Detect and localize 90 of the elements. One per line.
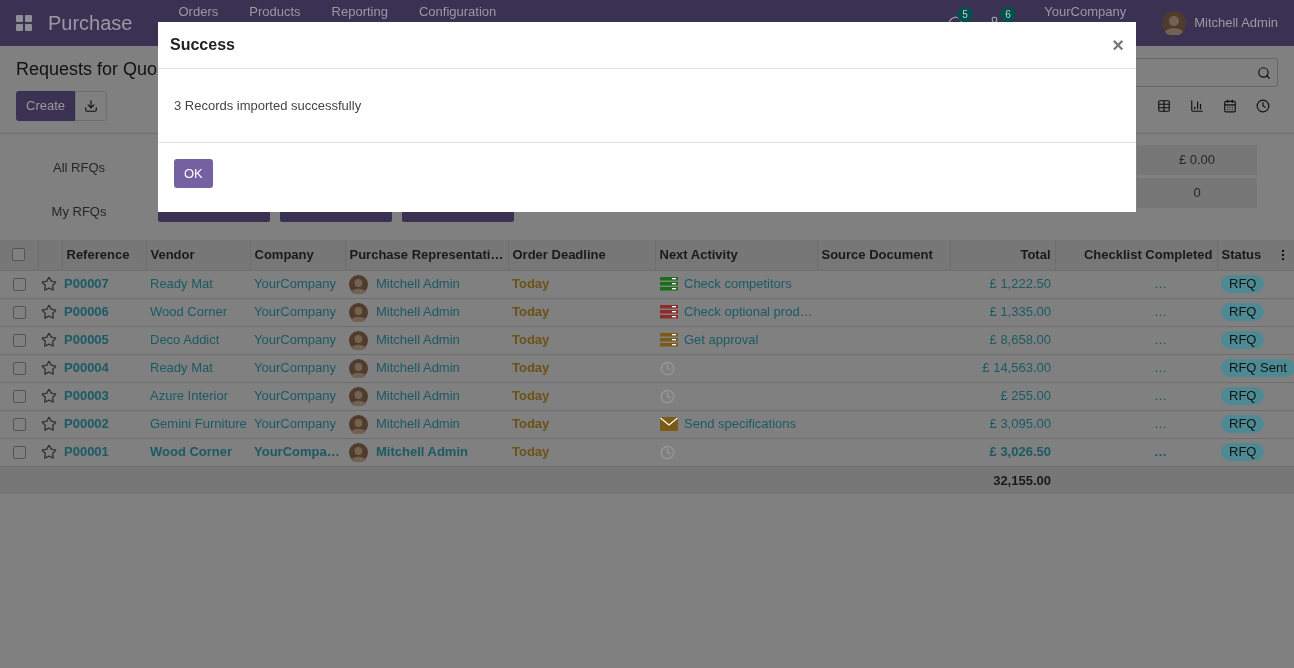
deadline-cell: Today bbox=[508, 326, 655, 354]
activity-label[interactable]: Get approval bbox=[684, 330, 759, 350]
menu-item[interactable]: Reporting bbox=[331, 4, 388, 19]
status-badge: RFQ Sent bbox=[1221, 359, 1294, 378]
company-cell: YourCompa… bbox=[250, 438, 345, 466]
create-button[interactable]: Create bbox=[16, 91, 76, 121]
vendor-cell: Azure Interior bbox=[146, 382, 250, 410]
menu-item[interactable]: Orders bbox=[178, 4, 219, 19]
dashboard-value[interactable]: £ 0.00 bbox=[1137, 145, 1257, 175]
reference-cell: P00005 bbox=[62, 326, 146, 354]
activity-label[interactable]: Check optional prod… bbox=[684, 302, 813, 322]
checklist-value: … bbox=[1154, 360, 1167, 376]
activity-label[interactable]: Check competitors bbox=[684, 274, 792, 294]
reference-cell: P00007 bbox=[62, 270, 146, 298]
column-header[interactable]: Order Deadline bbox=[508, 240, 655, 270]
reference-cell: P00003 bbox=[62, 382, 146, 410]
close-button[interactable]: × bbox=[1112, 35, 1124, 55]
representative-name: Mitchell Admin bbox=[376, 415, 460, 434]
checklist-value: … bbox=[1154, 332, 1167, 348]
vendor-cell: Wood Corner bbox=[146, 438, 250, 466]
representative-name: Mitchell Admin bbox=[376, 443, 468, 462]
company-cell: YourCompany bbox=[250, 326, 345, 354]
representative-name: Mitchell Admin bbox=[376, 275, 460, 294]
vendor-cell: Ready Mat bbox=[146, 354, 250, 382]
count-badge: 5 bbox=[957, 6, 973, 22]
ok-button[interactable]: OK bbox=[174, 159, 213, 188]
deadline-cell: Today bbox=[508, 410, 655, 438]
status-badge: RFQ bbox=[1221, 331, 1265, 350]
vendor-cell: Wood Corner bbox=[146, 298, 250, 326]
total-cell: £ 1,335.00 bbox=[950, 298, 1055, 326]
status-badge: RFQ bbox=[1221, 303, 1265, 322]
reference-cell: P00006 bbox=[62, 298, 146, 326]
user-name[interactable]: Mitchell Admin bbox=[1194, 13, 1278, 33]
page-title: Requests for Quo bbox=[16, 58, 158, 80]
reference-cell: P00004 bbox=[62, 354, 146, 382]
dashboard-label: My RFQs bbox=[51, 202, 107, 221]
total-cell: £ 14,563.00 bbox=[950, 354, 1055, 382]
status-badge: RFQ bbox=[1221, 387, 1265, 406]
company-name[interactable]: YourCompany bbox=[1044, 0, 1127, 19]
column-header[interactable]: Status bbox=[1217, 240, 1294, 270]
deadline-cell: Today bbox=[508, 298, 655, 326]
menu-item[interactable]: Configuration bbox=[418, 4, 497, 19]
column-header[interactable]: Purchase Representati… bbox=[345, 240, 508, 270]
company-cell: YourCompany bbox=[250, 410, 345, 438]
representative-name: Mitchell Admin bbox=[376, 331, 460, 350]
checklist-value: … bbox=[1154, 444, 1167, 460]
company-cell: YourCompany bbox=[250, 270, 345, 298]
deadline-cell: Today bbox=[508, 438, 655, 466]
column-header[interactable]: Company bbox=[250, 240, 345, 270]
vendor-cell: Deco Addict bbox=[146, 326, 250, 354]
vendor-cell: Ready Mat bbox=[146, 270, 250, 298]
vendor-cell: Gemini Furniture bbox=[146, 410, 250, 438]
column-header[interactable]: Reference bbox=[62, 240, 146, 270]
column-header[interactable]: Checklist Completed bbox=[1055, 240, 1217, 270]
dashboard-value[interactable]: 0 bbox=[1137, 178, 1257, 208]
status-badge: RFQ bbox=[1221, 275, 1265, 294]
column-header[interactable]: Total bbox=[950, 240, 1055, 270]
dashboard-label: All RFQs bbox=[53, 159, 105, 177]
deadline-cell: Today bbox=[508, 270, 655, 298]
company-cell: YourCompany bbox=[250, 298, 345, 326]
reference-cell: P00002 bbox=[62, 410, 146, 438]
total-cell: £ 3,026.50 bbox=[950, 438, 1055, 466]
checklist-value: … bbox=[1154, 276, 1167, 292]
status-badge: RFQ bbox=[1221, 443, 1265, 462]
column-header[interactable]: Next Activity bbox=[655, 240, 817, 270]
checklist-value: … bbox=[1154, 416, 1167, 432]
dialog-message: 3 Records imported successfully bbox=[174, 96, 362, 115]
reference-cell: P00001 bbox=[62, 438, 146, 466]
company-cell: YourCompany bbox=[250, 382, 345, 410]
activity-label[interactable]: Send specifications bbox=[684, 414, 796, 434]
representative-name: Mitchell Admin bbox=[376, 387, 460, 406]
status-badge: RFQ bbox=[1221, 415, 1265, 434]
column-header[interactable]: Source Document bbox=[817, 240, 950, 270]
checklist-value: … bbox=[1154, 388, 1167, 404]
footer-total: 32,155.00 bbox=[950, 466, 1055, 494]
count-badge: 6 bbox=[1000, 6, 1016, 22]
checklist-value: … bbox=[1154, 304, 1167, 320]
column-header[interactable]: Vendor bbox=[146, 240, 250, 270]
app-name: Purchase bbox=[48, 11, 133, 36]
total-cell: £ 1,222.50 bbox=[950, 270, 1055, 298]
deadline-cell: Today bbox=[508, 354, 655, 382]
total-cell: £ 3,095.00 bbox=[950, 410, 1055, 438]
representative-name: Mitchell Admin bbox=[376, 359, 460, 378]
dialog-title: Success bbox=[170, 35, 235, 55]
deadline-cell: Today bbox=[508, 382, 655, 410]
representative-name: Mitchell Admin bbox=[376, 303, 460, 322]
menu-item[interactable]: Products bbox=[249, 4, 301, 19]
total-cell: £ 255.00 bbox=[950, 382, 1055, 410]
total-cell: £ 8,658.00 bbox=[950, 326, 1055, 354]
company-cell: YourCompany bbox=[250, 354, 345, 382]
